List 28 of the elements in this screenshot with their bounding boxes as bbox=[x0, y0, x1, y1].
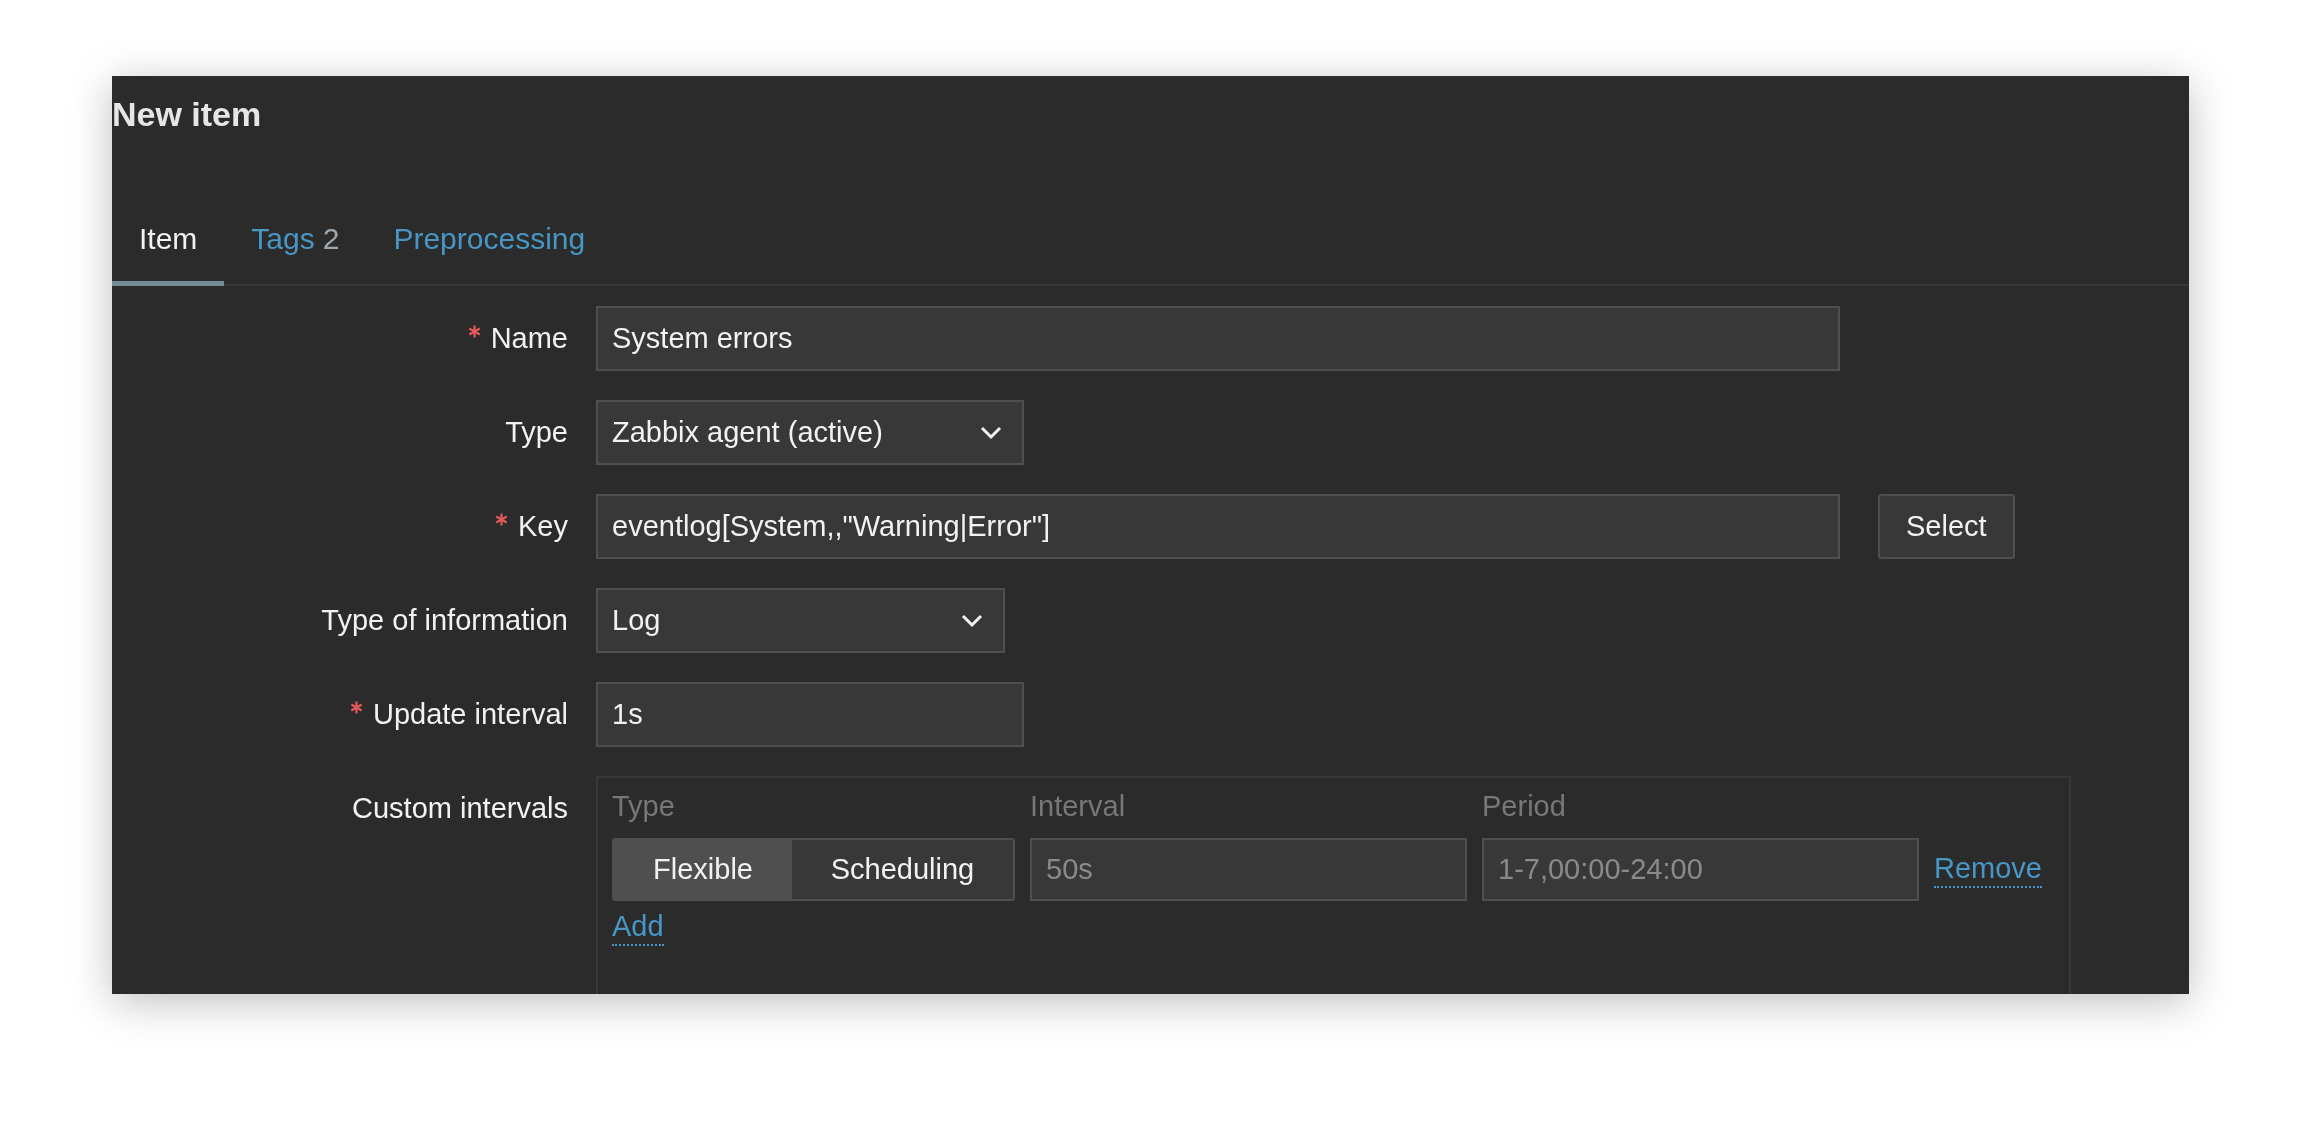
column-header: Period bbox=[1482, 789, 1566, 824]
tab[interactable]: Tags 2 bbox=[224, 206, 367, 286]
add-link[interactable]: Add bbox=[612, 909, 664, 946]
input-field[interactable]: 1s bbox=[596, 682, 1024, 747]
input-field[interactable]: eventlog[System,,"Warning|Error"] bbox=[596, 494, 1840, 559]
field-label: Custom intervals bbox=[352, 792, 568, 824]
field-label: Key bbox=[518, 510, 568, 542]
dropdown[interactable]: Log bbox=[596, 588, 1005, 653]
input-field[interactable]: 1-7,00:00-24:00 bbox=[1482, 838, 1919, 901]
tab-count: 2 bbox=[322, 222, 340, 255]
column-header: Interval bbox=[1030, 789, 1127, 824]
select-button[interactable]: Select bbox=[1878, 494, 2015, 559]
tab[interactable]: Item bbox=[112, 206, 225, 286]
remove-link[interactable]: Remove bbox=[1934, 851, 2042, 888]
field-label: Type bbox=[505, 416, 568, 448]
field-label: Type of information bbox=[321, 604, 568, 636]
input-field[interactable]: 50s bbox=[1030, 838, 1467, 901]
input-field[interactable]: System errors bbox=[596, 306, 1840, 371]
column-header: Type bbox=[612, 789, 676, 824]
chevron-down-icon bbox=[980, 425, 1002, 440]
field-label: Name bbox=[490, 322, 568, 354]
dialog-title: New item bbox=[112, 94, 263, 134]
field-label: Update interval bbox=[372, 698, 568, 730]
chevron-down-icon bbox=[961, 613, 983, 628]
dropdown[interactable]: Zabbix agent (active) bbox=[596, 400, 1024, 465]
segment-toggle[interactable]: Scheduling bbox=[792, 840, 1013, 899]
segment-toggle[interactable]: Flexible bbox=[614, 840, 792, 899]
tab[interactable]: Preprocessing bbox=[366, 206, 613, 286]
